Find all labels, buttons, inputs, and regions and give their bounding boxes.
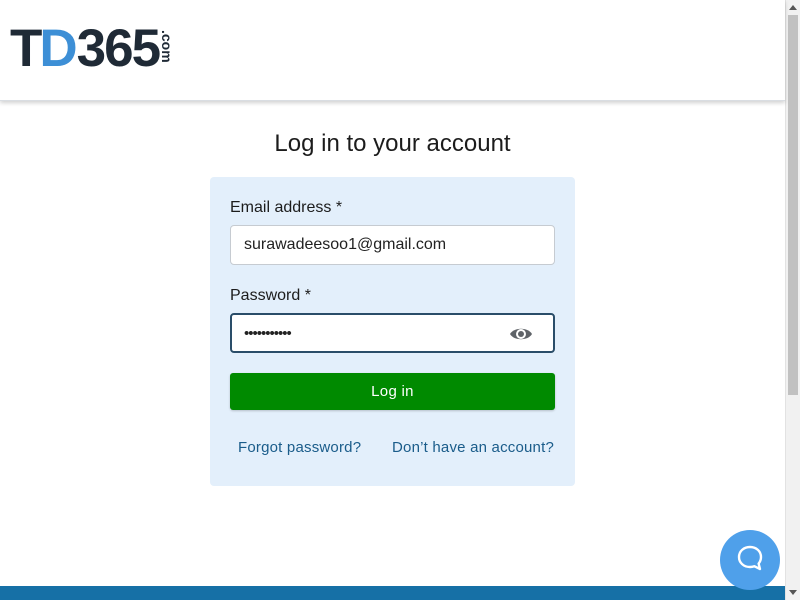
password-value: •••••••••••: [244, 324, 292, 342]
td365-logo[interactable]: T D 365 .com: [10, 19, 176, 78]
footer-bar: [0, 586, 785, 600]
login-card: Email address * surawadeesoo1@gmail.com …: [210, 177, 575, 486]
scroll-up-icon[interactable]: [789, 5, 797, 10]
scroll-thumb[interactable]: [788, 15, 798, 395]
scroll-down-icon[interactable]: [789, 590, 797, 595]
password-label: Password *: [230, 287, 311, 304]
signup-link[interactable]: Don’t have an account?: [392, 439, 554, 456]
logo-letter-t: T: [10, 19, 42, 78]
email-value: surawadeesoo1@gmail.com: [244, 236, 447, 253]
page-title: Log in to your account: [274, 130, 511, 157]
login-button[interactable]: Log in: [230, 373, 555, 410]
password-field[interactable]: •••••••••••: [230, 313, 555, 353]
logo-domain: .com: [159, 30, 176, 63]
email-field[interactable]: surawadeesoo1@gmail.com: [230, 225, 555, 265]
vertical-scrollbar[interactable]: [785, 0, 800, 600]
email-label: Email address *: [230, 199, 343, 216]
site-header: T D 365 .com: [0, 0, 785, 101]
chat-bubble-icon: [736, 544, 764, 577]
logo-letter-d: D: [39, 19, 77, 78]
forgot-password-link[interactable]: Forgot password?: [238, 439, 361, 456]
chat-button[interactable]: [720, 530, 780, 590]
logo-number: 365: [76, 19, 161, 78]
eye-icon[interactable]: [509, 324, 533, 344]
